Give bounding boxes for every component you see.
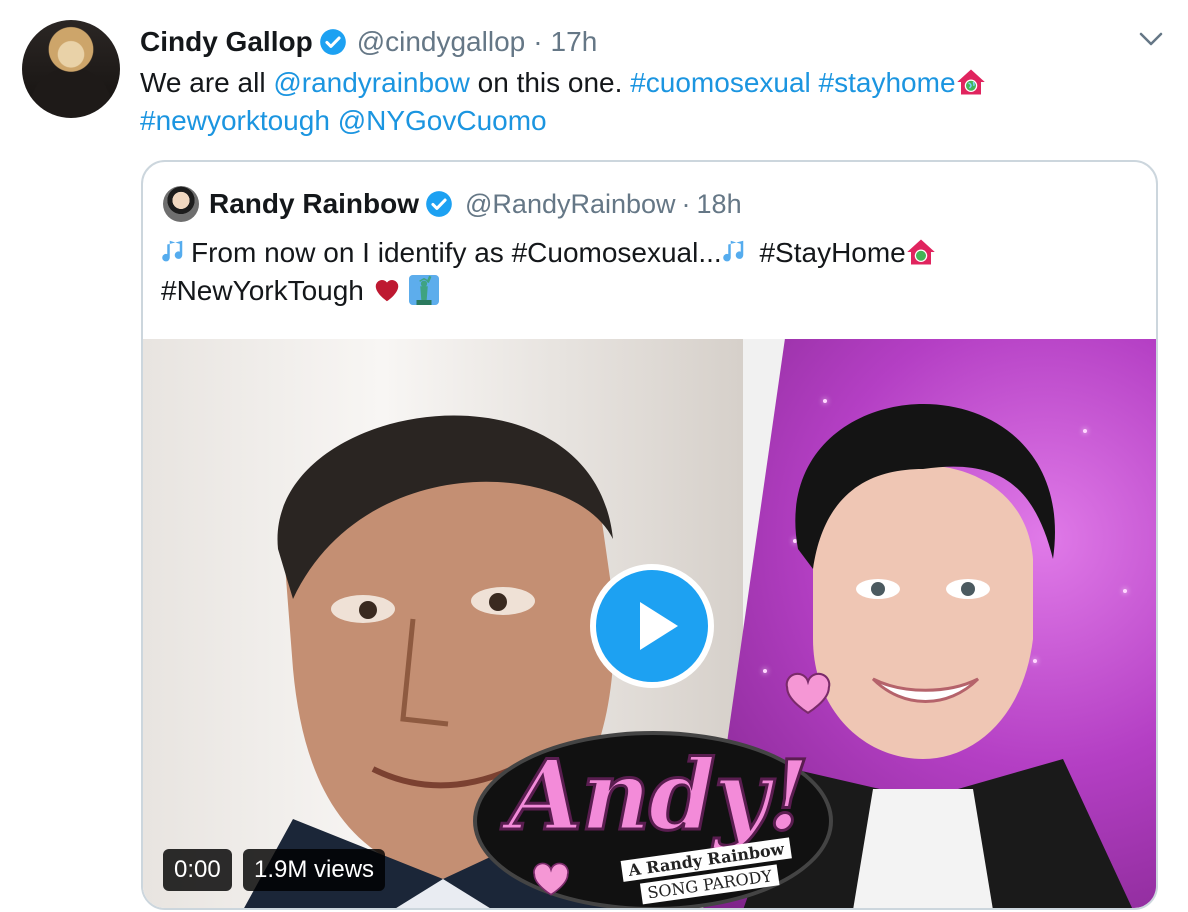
separator-dot: · <box>681 188 691 219</box>
timestamp[interactable]: 17h <box>551 26 598 58</box>
quoted-tweet-text: From now on I identify as #Cuomosexual..… <box>161 234 1121 310</box>
text-segment <box>811 67 819 98</box>
quoted-tweet-header: Randy Rainbow @RandyRainbow · 18h <box>163 184 742 224</box>
author-handle[interactable]: @cindygallop <box>357 26 526 58</box>
quoted-author-avatar <box>163 186 199 222</box>
video-player[interactable]: Andy! A Randy Rainbow SONG PARODY 0:00 1… <box>143 339 1156 908</box>
video-duration-badge: 0:00 <box>163 849 232 891</box>
red-heart-emoji <box>375 280 398 302</box>
video-views-badge: 1.9M views <box>243 849 386 891</box>
author-avatar[interactable] <box>22 20 120 118</box>
quoted-text-segment: #StayHome <box>751 237 906 268</box>
quoted-author-handle: @RandyRainbow <box>465 188 676 219</box>
play-button[interactable] <box>590 564 714 688</box>
text-segment: We are all <box>140 67 274 98</box>
logo-title: Andy! <box>507 738 811 854</box>
quoted-timestamp: 18h <box>696 188 742 219</box>
text-segment: on this one. <box>469 67 631 98</box>
hashtag-newyorktough[interactable]: #newyorktough <box>140 105 330 136</box>
hashtag-stayhome[interactable]: #stayhome <box>819 67 956 98</box>
quoted-tweet-card[interactable]: Randy Rainbow @RandyRainbow · 18h From n… <box>141 160 1158 910</box>
separator-dot: · <box>533 26 543 57</box>
tweet-text: We are all @randyrainbow on this one. #c… <box>140 64 1140 140</box>
pink-heart-icon <box>533 862 569 896</box>
quoted-text-segment: From now on I identify as #Cuomosexual..… <box>191 237 722 268</box>
statue-of-liberty-emoji <box>409 275 440 305</box>
chevron-down-icon[interactable] <box>1136 24 1166 54</box>
author-name[interactable]: Cindy Gallop <box>140 26 313 58</box>
house-with-earth-emoji <box>956 69 985 95</box>
pink-hearts-icon <box>785 672 831 715</box>
musical-notes-emoji <box>722 240 743 262</box>
mention-nygovcuomo[interactable]: @NYGovCuomo <box>338 105 547 136</box>
mention-randyrainbow[interactable]: @randyrainbow <box>273 67 470 98</box>
tweet-header: Cindy Gallop @cindygallop · 17h <box>140 22 597 62</box>
verified-badge-icon <box>426 191 452 217</box>
text-segment <box>330 105 338 136</box>
play-icon <box>640 602 678 650</box>
hashtag-cuomosexual[interactable]: #cuomosexual <box>630 67 811 98</box>
verified-badge-icon <box>319 29 346 55</box>
musical-notes-emoji <box>162 240 183 262</box>
quoted-text-segment: #NewYorkTough <box>161 275 372 306</box>
house-with-earth-emoji <box>907 239 935 265</box>
quoted-author-name: Randy Rainbow <box>209 188 420 219</box>
